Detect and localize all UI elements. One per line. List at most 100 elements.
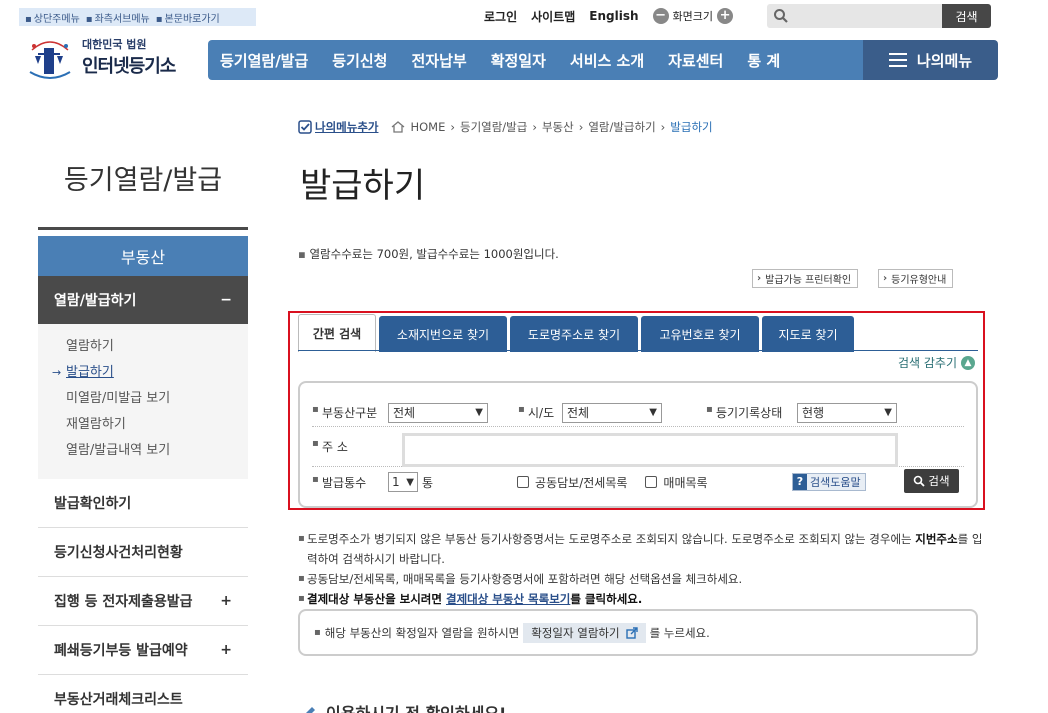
- note-options: 공동담보/전세목록, 매매목록을 등기사항증명서에 포함하려면 해당 선택옵션을…: [298, 569, 984, 589]
- fee-note: 열람수수료는 700원, 발급수수료는 1000원입니다.: [298, 246, 558, 262]
- fixed-date-pre: 해당 부동산의 확정일자 열람을 원하시면: [324, 625, 520, 640]
- zoom-in-button[interactable]: +: [717, 8, 734, 24]
- lot-address-emphasis: 지번주소: [915, 532, 958, 546]
- question-icon: ?: [793, 474, 807, 490]
- lnb-item-label: 부동산거래체크리스트: [54, 692, 183, 708]
- nav-item-registry-apply[interactable]: 등기신청: [320, 50, 399, 71]
- breadcrumb-current: 발급하기: [670, 120, 713, 134]
- fixed-date-view-label: 확정일자 열람하기: [531, 625, 620, 640]
- note-payment-list: 결제대상 부동산을 보시려면 결제대상 부동산 목록보기를 클릭하세요.: [298, 589, 984, 609]
- skip-link-lnb[interactable]: 좌측서브메뉴: [86, 10, 150, 25]
- logo[interactable]: 대한민국 법원 인터넷등기소: [24, 32, 176, 82]
- breadcrumb-realestate[interactable]: 부동산: [542, 119, 574, 135]
- skip-link-gnb[interactable]: 상단주메뉴: [25, 10, 80, 25]
- sido-value: 전체: [567, 406, 590, 420]
- tab-underline: [298, 350, 978, 351]
- nav-item-statistics[interactable]: 통 계: [735, 50, 792, 71]
- joint-collateral-label: 공동담보/전세목록: [535, 475, 628, 490]
- logo-line1: 대한민국 법원: [82, 38, 147, 51]
- top-search: 검색: [767, 4, 991, 28]
- collapse-icon: −: [220, 292, 232, 308]
- login-link[interactable]: 로그인: [484, 8, 517, 25]
- hamburger-icon: [888, 53, 907, 67]
- copy-count-select[interactable]: 1 ▼: [388, 472, 418, 492]
- pre-use-heading: 이용하시기 전 확인하세요!: [300, 700, 506, 713]
- add-my-menu-link[interactable]: 나의메뉴추가: [298, 119, 378, 135]
- record-status-label: 등기기록상태: [706, 404, 797, 421]
- utility-bar: 로그인 사이트맵 English − 화면크기 +: [484, 6, 734, 26]
- registry-type-guide-button[interactable]: 등기유형안내: [878, 269, 954, 288]
- nav-item-registry-view[interactable]: 등기열람/발급: [208, 50, 320, 71]
- zoom-control: − 화면크기 +: [652, 8, 734, 24]
- nav-item-epayment[interactable]: 전자납부: [399, 50, 478, 71]
- search-button[interactable]: 검색: [904, 469, 959, 493]
- breadcrumb-view-issue[interactable]: 열람/발급하기: [588, 119, 655, 135]
- lnb-sub-view[interactable]: 열람하기: [38, 338, 248, 364]
- expand-icon: +: [220, 593, 232, 609]
- fixed-date-notice: ▪ 해당 부동산의 확정일자 열람을 원하시면 확정일자 열람하기 를 누르세요…: [298, 609, 978, 656]
- lnb-title: 등기열람/발급: [63, 165, 223, 196]
- tab-lot-number[interactable]: 소재지번으로 찾기: [379, 316, 507, 352]
- zoom-out-button[interactable]: −: [652, 8, 669, 24]
- fixed-date-post: 를 누르세요.: [649, 625, 710, 640]
- lnb-sub-review[interactable]: 재열람하기: [38, 416, 248, 442]
- lnb-item-label: 등기신청사건처리현황: [54, 545, 183, 561]
- search-form: 부동산구분 전체▼ 시/도 전체▼ 등기기록상태 현행▼ 주 소 발급통수 1▼…: [298, 381, 978, 508]
- search-help-button[interactable]: ? 검색도움말: [792, 473, 866, 491]
- tab-unique-number[interactable]: 고유번호로 찾기: [641, 316, 759, 352]
- joint-collateral-option[interactable]: 공동담보/전세목록: [517, 474, 627, 491]
- lnb-item-case-status[interactable]: 등기신청사건처리현황: [38, 528, 248, 577]
- lnb-item-label: 열람/발급하기: [54, 293, 137, 309]
- property-type-select[interactable]: 전체 ▼: [388, 402, 488, 423]
- breadcrumb-registry[interactable]: 등기열람/발급: [460, 119, 527, 135]
- sale-list-label: 매매목록: [663, 475, 708, 490]
- hide-search-toggle[interactable]: 검색 감추기 ▲: [898, 354, 976, 371]
- address-input[interactable]: [402, 433, 898, 467]
- nav-item-fixed-date[interactable]: 확정일자: [479, 50, 558, 71]
- breadcrumb-home[interactable]: HOME: [410, 120, 445, 134]
- tab-map[interactable]: 지도로 찾기: [762, 316, 854, 352]
- checkbox-check-icon: [298, 120, 312, 134]
- my-menu-button[interactable]: 나의메뉴: [863, 40, 998, 80]
- copy-count-value: 1: [392, 475, 400, 489]
- lnb-sub-history[interactable]: 열람/발급내역 보기: [38, 442, 248, 468]
- external-link-icon: [625, 626, 638, 639]
- nav-item-service[interactable]: 서비스 소개: [558, 50, 656, 71]
- search-help-label: 검색도움말: [810, 476, 861, 489]
- sale-list-checkbox[interactable]: [645, 476, 658, 488]
- sitemap-link[interactable]: 사이트맵: [531, 8, 575, 25]
- lnb-item-view-issue[interactable]: 열람/발급하기 −: [38, 276, 248, 324]
- my-menu-label: 나의메뉴: [916, 51, 973, 70]
- chevron-down-icon: ▼: [475, 407, 483, 418]
- sido-select[interactable]: 전체 ▼: [562, 402, 662, 423]
- lnb-sub-unviewed[interactable]: 미열람/미발급 보기: [38, 390, 248, 416]
- record-status-select[interactable]: 현행 ▼: [797, 402, 897, 423]
- printer-check-button[interactable]: 발급가능 프린터확인: [752, 269, 859, 288]
- tab-road-address[interactable]: 도로명주소로 찾기: [510, 316, 638, 352]
- nav-item-resources[interactable]: 자료센터: [656, 50, 735, 71]
- joint-collateral-checkbox[interactable]: [517, 476, 530, 488]
- sale-list-option[interactable]: 매매목록: [645, 474, 708, 491]
- search-tabs: 간편 검색 소재지번으로 찾기 도로명주소로 찾기 고유번호로 찾기 지도로 찾…: [298, 314, 854, 352]
- tab-simple-search[interactable]: 간편 검색: [298, 314, 376, 352]
- skip-link-content[interactable]: 본문바로가기: [156, 10, 220, 25]
- lnb-item-closed-reserve[interactable]: 폐쇄등기부등 발급예약 +: [38, 626, 248, 675]
- lnb-item-electronic-submit[interactable]: 집행 등 전자제출용발급 +: [38, 577, 248, 626]
- lnb-head-realestate[interactable]: 부동산: [38, 236, 248, 276]
- lnb-item-checklist[interactable]: 부동산거래체크리스트: [38, 675, 248, 713]
- lnb-item-label: 폐쇄등기부등 발급예약: [54, 643, 188, 659]
- search-button-label: 검색: [928, 474, 950, 488]
- chevron-up-icon: ▲: [961, 355, 976, 370]
- english-link[interactable]: English: [589, 9, 638, 23]
- top-search-button[interactable]: 검색: [942, 4, 991, 28]
- fixed-date-view-button[interactable]: 확정일자 열람하기: [523, 622, 646, 643]
- chevron-down-icon: ▼: [406, 476, 414, 488]
- home-icon: [392, 121, 405, 133]
- form-row-count: 발급통수 1▼ 통 공동담보/전세목록 매매목록 ? 검색도움말 검색: [312, 467, 964, 497]
- payment-list-link[interactable]: 결제대상 부동산 목록보기: [446, 592, 570, 606]
- lnb-sub-issue[interactable]: 발급하기: [38, 364, 248, 390]
- lnb-item-issue-confirm[interactable]: 발급확인하기: [38, 479, 248, 528]
- lnb-submenu: 열람하기 발급하기 미열람/미발급 보기 재열람하기 열람/발급내역 보기: [38, 324, 248, 479]
- top-search-input[interactable]: [767, 4, 942, 28]
- lnb-item-label: 집행 등 전자제출용발급: [54, 594, 193, 610]
